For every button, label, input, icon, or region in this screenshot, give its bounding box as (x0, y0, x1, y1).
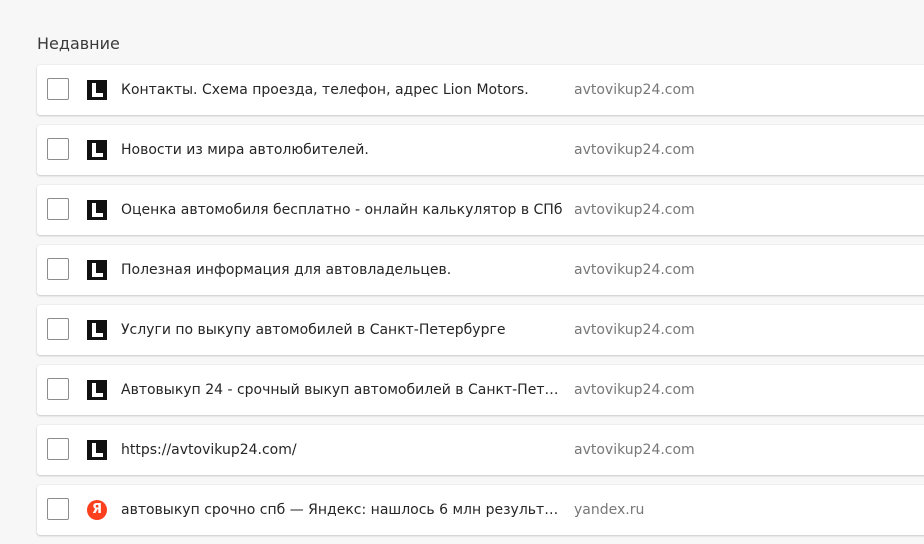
lion-motors-l-icon (87, 260, 107, 280)
history-list: Контакты. Схема проезда, телефон, адрес … (37, 65, 924, 544)
history-row[interactable]: Полезная информация для автовладельцев. … (37, 245, 924, 295)
row-checkbox[interactable] (47, 198, 69, 220)
lion-motors-l-icon (87, 140, 107, 160)
history-domain: avtovikup24.com (574, 442, 695, 458)
history-page: Недавние Контакты. Схема проезда, телефо… (0, 0, 924, 544)
history-domain: avtovikup24.com (574, 202, 695, 218)
history-row[interactable]: Услуги по выкупу автомобилей в Санкт-Пет… (37, 305, 924, 355)
lion-motors-l-icon (87, 380, 107, 400)
history-title-link[interactable]: Контакты. Схема проезда, телефон, адрес … (121, 80, 565, 100)
history-title-link[interactable]: Полезная информация для автовладельцев. (121, 260, 565, 280)
history-domain: avtovikup24.com (574, 142, 695, 158)
row-checkbox[interactable] (47, 378, 69, 400)
lion-motors-l-icon (87, 320, 107, 340)
history-row[interactable]: Новости из мира автолюбителей. avtovikup… (37, 125, 924, 175)
history-domain: yandex.ru (574, 502, 645, 518)
row-checkbox[interactable] (47, 258, 69, 280)
history-domain: avtovikup24.com (574, 382, 695, 398)
yandex-icon: Я (87, 500, 107, 520)
lion-motors-l-icon (87, 440, 107, 460)
row-checkbox[interactable] (47, 318, 69, 340)
history-title-link[interactable]: Оценка автомобиля бесплатно - онлайн кал… (121, 200, 565, 220)
row-checkbox[interactable] (47, 438, 69, 460)
history-row[interactable]: Я автовыкуп срочно спб — Яндекс: нашлось… (37, 485, 924, 535)
lion-motors-l-icon (87, 200, 107, 220)
history-title-link[interactable]: Автовыкуп 24 - срочный выкуп автомобилей… (121, 380, 565, 400)
history-row[interactable]: https://avtovikup24.com/ avtovikup24.com (37, 425, 924, 475)
lion-motors-l-icon (87, 80, 107, 100)
history-title-link[interactable]: Новости из мира автолюбителей. (121, 140, 565, 160)
row-checkbox[interactable] (47, 498, 69, 520)
history-title-link[interactable]: Услуги по выкупу автомобилей в Санкт-Пет… (121, 320, 565, 340)
history-row[interactable]: Автовыкуп 24 - срочный выкуп автомобилей… (37, 365, 924, 415)
row-checkbox[interactable] (47, 138, 69, 160)
history-row[interactable]: Оценка автомобиля бесплатно - онлайн кал… (37, 185, 924, 235)
history-domain: avtovikup24.com (574, 262, 695, 278)
history-row[interactable]: Контакты. Схема проезда, телефон, адрес … (37, 65, 924, 115)
history-domain: avtovikup24.com (574, 82, 695, 98)
history-title-link[interactable]: автовыкуп срочно спб — Яндекс: нашлось 6… (121, 500, 565, 520)
history-domain: avtovikup24.com (574, 322, 695, 338)
history-title-link[interactable]: https://avtovikup24.com/ (121, 440, 565, 460)
row-checkbox[interactable] (47, 78, 69, 100)
section-title: Недавние (37, 34, 120, 53)
